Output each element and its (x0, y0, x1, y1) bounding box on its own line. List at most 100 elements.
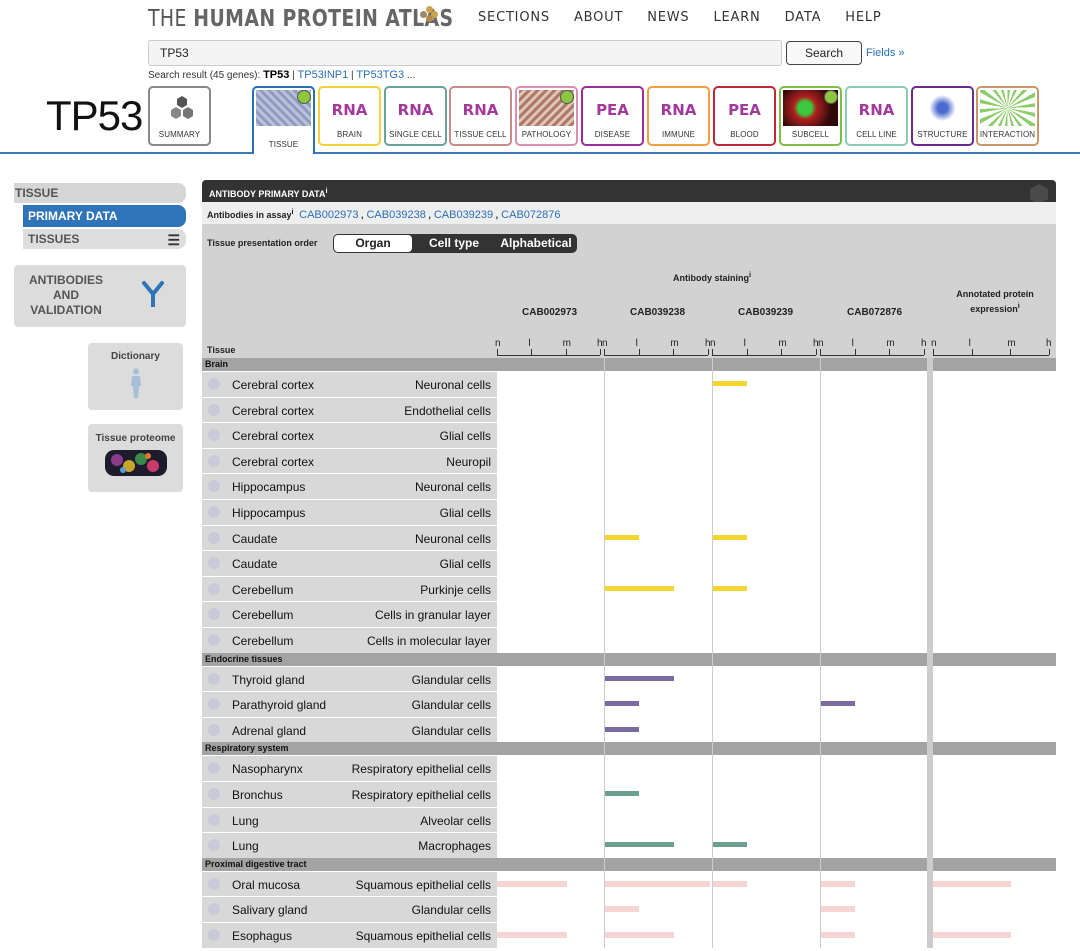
order-option-alphabetical[interactable]: Alphabetical (495, 234, 577, 253)
nav-item[interactable]: ABOUT (574, 10, 623, 25)
scale-label: l (743, 338, 746, 349)
table-row[interactable]: Lung Macrophages (202, 832, 497, 858)
table-row[interactable]: Caudate Glial cells (202, 550, 497, 576)
table-row[interactable]: Cerebral cortex Neuronal cells (202, 371, 497, 397)
assay-link[interactable]: CAB039238 (366, 209, 425, 221)
tab-main-label: RNA (462, 101, 499, 119)
table-row[interactable]: Cerebellum Cells in granular layer (202, 601, 497, 627)
assay-link[interactable]: CAB002973 (299, 209, 358, 221)
tissue-thumbnail-icon[interactable] (208, 506, 220, 518)
tissue-thumbnail-icon[interactable] (208, 480, 220, 493)
table-row[interactable]: Cerebral cortex Glial cells (202, 422, 497, 448)
tissue-thumbnail-icon[interactable] (208, 608, 220, 621)
tab-immune[interactable]: RNA IMMUNE (647, 86, 710, 146)
tissue-thumbnail-icon[interactable] (208, 557, 220, 570)
fields-link[interactable]: Fields » (866, 47, 905, 59)
tissue-thumbnail-icon[interactable] (208, 634, 220, 646)
tab-tissue[interactable]: TISSUE (252, 86, 315, 154)
table-row[interactable]: Hippocampus Neuronal cells (202, 473, 497, 499)
tissue-thumbnail-icon[interactable] (208, 672, 220, 685)
scale-label: n (495, 338, 501, 349)
tissue-name: Cerebral cortex (232, 378, 315, 392)
search-result-link[interactable]: TP53INP1 (298, 69, 349, 81)
tissue-thumbnail-icon[interactable] (208, 582, 220, 595)
sidebar-antibodies-validation[interactable]: ANTIBODIES AND VALIDATION (14, 265, 186, 327)
site-logo[interactable]: THE HUMAN PROTEIN ATLAS (148, 6, 454, 32)
staining-bar (820, 701, 855, 707)
table-row[interactable]: Cerebellum Purkinje cells (202, 575, 497, 602)
order-option-organ[interactable]: Organ (334, 235, 412, 252)
nav-item[interactable]: SECTIONS (478, 10, 550, 25)
tab-summary[interactable]: SUMMARY (148, 86, 211, 146)
tissue-thumbnail-icon[interactable] (208, 698, 220, 711)
tab-brain[interactable]: RNA BRAIN (318, 86, 381, 146)
tissue-thumbnail-icon[interactable] (208, 762, 220, 775)
search-result-link[interactable]: TP53TG3 (356, 69, 404, 81)
tissue-thumbnail-icon[interactable] (208, 877, 220, 890)
tab-tissue-cell[interactable]: RNA TISSUE CELL (449, 86, 512, 146)
table-row[interactable]: Lung Alveolar cells (202, 806, 497, 833)
dictionary-button[interactable]: Dictionary (88, 343, 183, 410)
nav-item[interactable]: LEARN (713, 10, 760, 25)
tissue-proteome-button[interactable]: Tissue proteome (88, 424, 183, 492)
cell-type: Squamous epithelial cells (355, 877, 491, 892)
nav-item[interactable]: NEWS (647, 10, 689, 25)
table-row[interactable]: Salivary gland Glandular cells (202, 896, 497, 922)
search-button[interactable]: Search (786, 41, 862, 65)
table-row[interactable]: Hippocampus Glial cells (202, 499, 497, 525)
table-row[interactable]: Adrenal gland Glandular cells (202, 716, 497, 743)
hamburger-menu-icon[interactable]: ☰ (167, 232, 180, 249)
tab-structure[interactable]: STRUCTURE (911, 86, 974, 146)
nav-item[interactable]: HELP (845, 10, 881, 25)
staining-bar (604, 585, 674, 591)
table-row[interactable]: Cerebral cortex Endothelial cells (202, 396, 497, 423)
table-row[interactable]: Parathyroid gland Glandular cells (202, 691, 497, 717)
sidebar-item-tissues[interactable]: TISSUES ☰ (23, 229, 186, 249)
table-row[interactable]: Thyroid gland Glandular cells (202, 665, 497, 692)
tissue-thumbnail-icon[interactable] (208, 903, 220, 916)
nav-item[interactable]: DATA (785, 10, 822, 25)
table-row[interactable]: Cerebral cortex Neuropil (202, 447, 497, 474)
tab-pathology[interactable]: PATHOLOGY (515, 86, 578, 146)
table-row[interactable]: Oral mucosa Squamous epithelial cells (202, 870, 497, 897)
search-input[interactable]: TP53 (148, 40, 782, 66)
table-row[interactable]: Cerebellum Cells in molecular layer (202, 627, 497, 653)
tissue-thumbnail-icon[interactable] (208, 429, 220, 442)
tissue-thumbnail-icon[interactable] (208, 378, 220, 390)
tissue-name: Cerebral cortex (232, 429, 315, 444)
table-row[interactable]: Caudate Neuronal cells (202, 524, 497, 551)
table-row[interactable]: Esophagus Squamous epithelial cells (202, 922, 497, 948)
scale-label: h (921, 338, 927, 349)
assay-link[interactable]: CAB072876 (501, 209, 560, 221)
order-option-cell-type[interactable]: Cell type (413, 234, 495, 253)
sidebar-item-primary-data[interactable]: PRIMARY DATA (23, 205, 186, 227)
tissue-thumbnail-icon[interactable] (208, 454, 220, 467)
scale-tick (708, 349, 709, 355)
sidebar-tissue-header[interactable]: TISSUE (14, 183, 186, 203)
tissue-thumbnail-icon[interactable] (208, 403, 220, 416)
tab-subcell[interactable]: SUBCELL (779, 86, 842, 146)
tab-blood[interactable]: PEA BLOOD (713, 86, 776, 146)
assay-link[interactable]: CAB039239 (434, 209, 493, 221)
tab-disease[interactable]: PEA DISEASE (581, 86, 644, 146)
annotated-expression-label: Annotated protein expressioni (956, 289, 1034, 314)
tissue-thumbnail-icon[interactable] (208, 723, 220, 736)
table-row[interactable]: Bronchus Respiratory epithelial cells (202, 781, 497, 807)
tissue-thumbnail-icon[interactable] (208, 813, 220, 826)
assay-row: Antibodies in assayi CAB002973 , CAB03923… (202, 202, 1056, 224)
tab-single-cell[interactable]: RNA SINGLE CELL (384, 86, 447, 146)
scale-axis-line (497, 355, 600, 356)
tissue-thumbnail-icon[interactable] (208, 839, 220, 852)
tissue-thumbnail-icon[interactable] (208, 929, 220, 941)
staining-bar (820, 880, 855, 887)
table-row[interactable]: Nasopharynx Respiratory epithelial cells (202, 755, 497, 781)
tissue-thumbnail-icon[interactable] (208, 531, 220, 544)
tab-sub-label: INTERACTION (979, 130, 1036, 139)
tab-cell-line[interactable]: RNA CELL LINE (845, 86, 908, 146)
tissue-thumbnail-icon[interactable] (208, 788, 220, 800)
scale-label: n (710, 338, 716, 349)
tab-sub-label: CELL LINE (856, 130, 897, 139)
tab-interaction[interactable]: INTERACTION (976, 86, 1039, 146)
cell-type: Respiratory epithelial cells (351, 762, 491, 777)
scale-tick (600, 349, 601, 355)
